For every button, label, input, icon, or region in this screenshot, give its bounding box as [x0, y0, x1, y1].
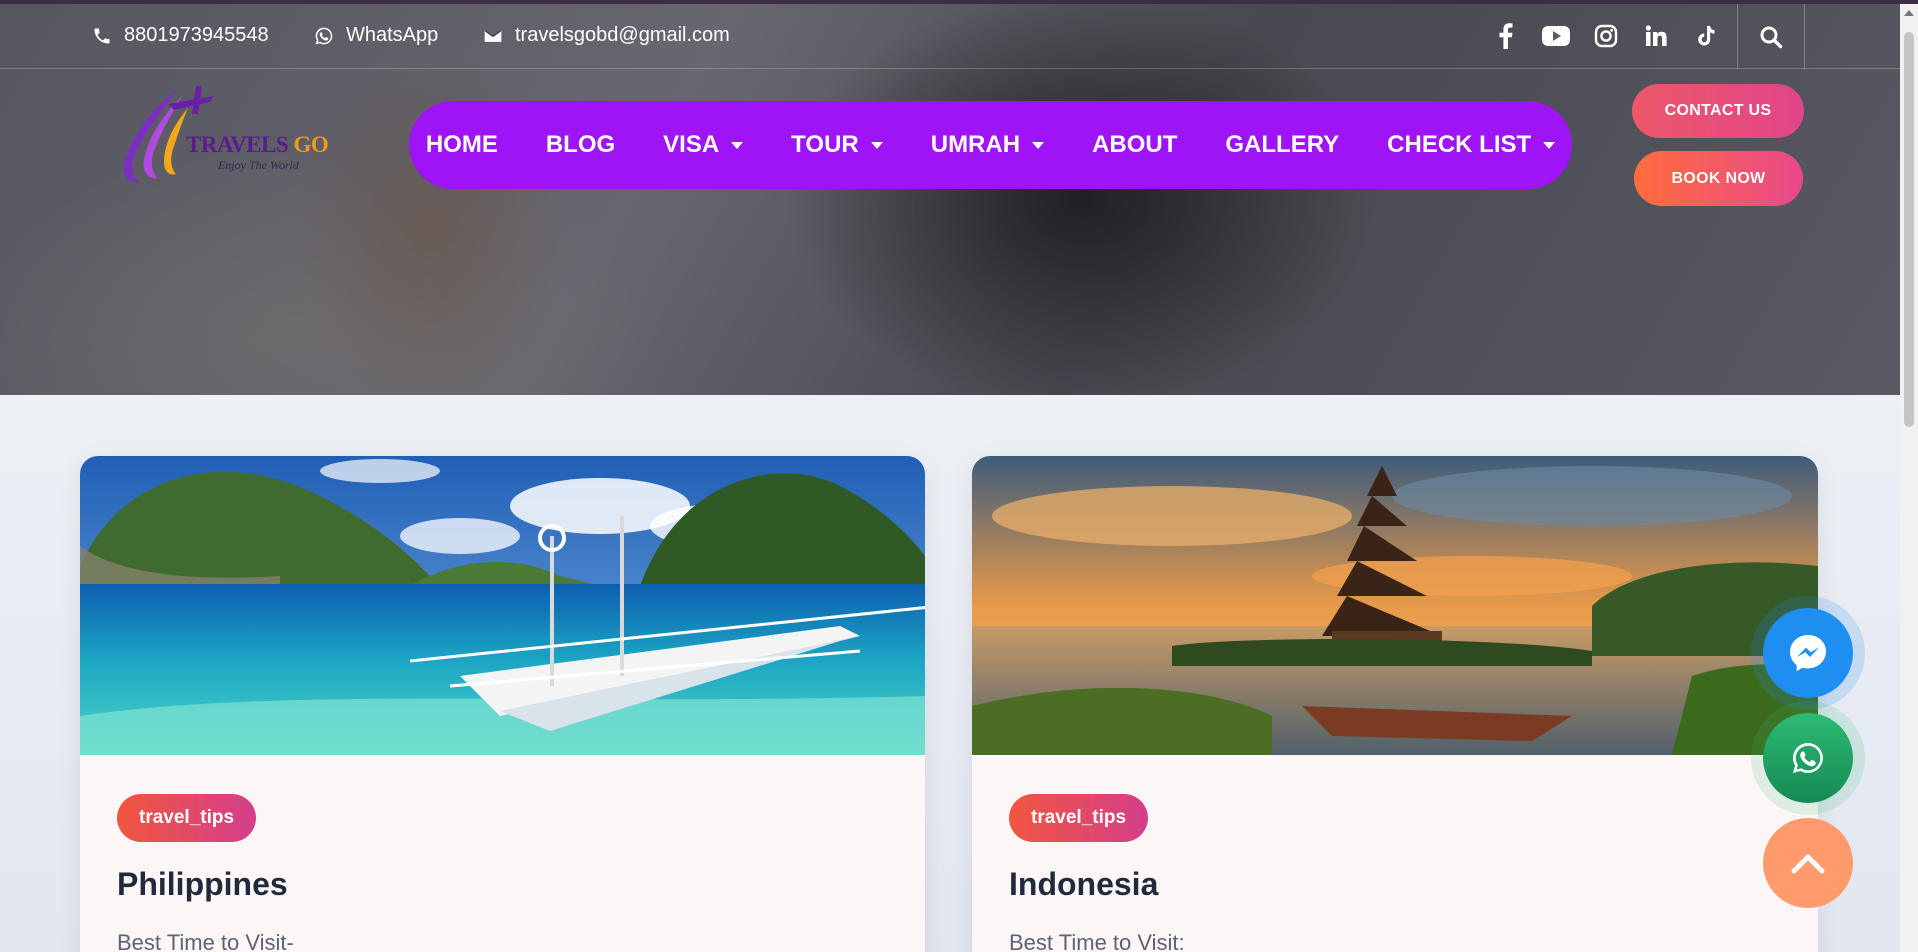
linkedin-icon[interactable] — [1642, 22, 1670, 50]
caret-down-icon — [870, 141, 883, 149]
email-contact[interactable]: travelsgobd@gmail.com — [483, 24, 730, 47]
phone-contact[interactable]: 8801973945548 — [92, 24, 269, 47]
card-excerpt: Best Time to Visit: — [1009, 930, 1185, 952]
nav-home[interactable]: HOME — [426, 131, 498, 159]
nav-check-list[interactable]: CHECK LIST — [1387, 131, 1556, 159]
card-image-indonesia — [972, 456, 1818, 755]
caret-down-icon — [1543, 141, 1556, 149]
blog-card[interactable]: travel_tips Philippines Best Time to Vis… — [80, 456, 925, 952]
blog-card[interactable]: travel_tips Indonesia Best Time to Visit… — [972, 456, 1818, 952]
whatsapp-contact[interactable]: WhatsApp — [314, 24, 438, 47]
envelope-icon — [484, 29, 502, 42]
phone-number: 8801973945548 — [124, 24, 269, 46]
window-top-border — [0, 0, 1918, 4]
nav-visa[interactable]: VISA — [663, 131, 744, 159]
main-navigation: HOME BLOG VISA TOUR UMRAH ABOUT GALLERY … — [409, 101, 1572, 189]
whatsapp-chat-button[interactable] — [1763, 713, 1853, 803]
phone-icon — [94, 28, 110, 43]
scroll-to-top-button[interactable] — [1763, 818, 1853, 908]
book-now-button[interactable]: BOOK NOW — [1634, 151, 1803, 206]
messenger-chat-button[interactable] — [1763, 608, 1853, 698]
logo-tagline: Enjoy The World — [218, 158, 299, 172]
scrollbar-thumb[interactable] — [1904, 32, 1914, 427]
category-tag[interactable]: travel_tips — [1009, 794, 1149, 842]
card-image-philippines — [80, 456, 925, 755]
nav-blog[interactable]: BLOG — [546, 131, 615, 159]
facebook-icon[interactable] — [1492, 22, 1520, 50]
whatsapp-icon — [1793, 743, 1823, 773]
whatsapp-label: WhatsApp — [346, 24, 439, 46]
scroll-up-arrow-icon[interactable] — [1904, 10, 1914, 16]
nav-umrah[interactable]: UMRAH — [931, 131, 1045, 159]
nav-about[interactable]: ABOUT — [1092, 131, 1177, 159]
page-scrollbar[interactable] — [1900, 4, 1918, 952]
caret-down-icon — [731, 141, 744, 149]
nav-gallery[interactable]: GALLERY — [1225, 131, 1339, 159]
card-excerpt: Best Time to Visit- — [117, 930, 294, 952]
search-button[interactable] — [1737, 4, 1805, 69]
top-info-bar: 8801973945548 WhatsApp travelsgobd@gmail… — [0, 4, 1900, 69]
contact-us-button[interactable]: CONTACT US — [1632, 84, 1804, 138]
instagram-icon[interactable] — [1592, 22, 1620, 50]
card-title[interactable]: Philippines — [117, 866, 288, 903]
social-links — [1492, 22, 1720, 50]
logo-brand: TRAVELS GO — [186, 132, 329, 157]
search-icon — [1760, 26, 1783, 48]
youtube-icon[interactable] — [1542, 22, 1570, 50]
card-title[interactable]: Indonesia — [1009, 866, 1158, 903]
category-tag[interactable]: travel_tips — [117, 794, 257, 842]
chevron-up-icon — [1791, 854, 1825, 874]
tiktok-icon[interactable] — [1692, 22, 1720, 50]
nav-tour[interactable]: TOUR — [791, 131, 883, 159]
caret-down-icon — [1032, 141, 1045, 149]
whatsapp-icon — [315, 27, 333, 44]
site-logo[interactable]: TRAVELS GO Enjoy The World — [118, 84, 329, 194]
email-address: travelsgobd@gmail.com — [515, 24, 730, 46]
messenger-icon — [1790, 635, 1826, 671]
